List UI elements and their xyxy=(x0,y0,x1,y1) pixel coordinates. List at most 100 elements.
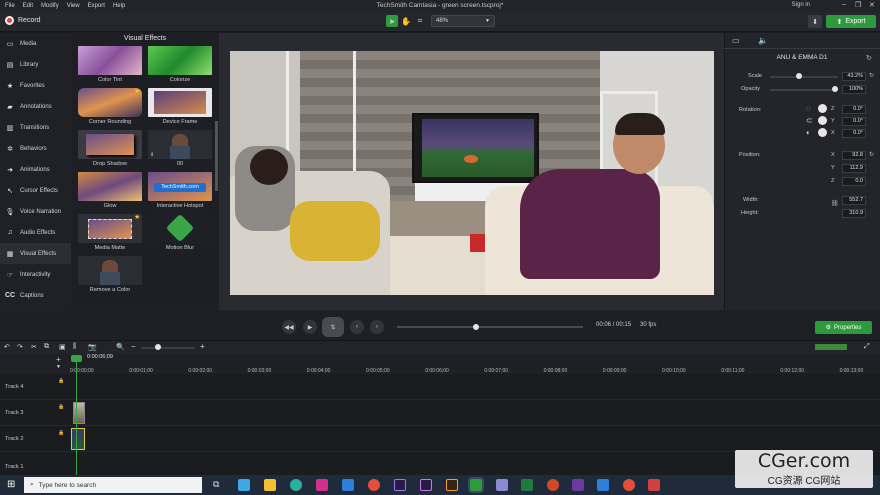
scale-reset-icon[interactable]: ↻ xyxy=(869,72,874,79)
menu-view[interactable]: View xyxy=(67,3,80,9)
maximize-icon[interactable]: ❐ xyxy=(855,1,861,9)
sidebar-item-transitions[interactable]: ▥ Transitions xyxy=(0,117,71,138)
menu-export[interactable]: Export xyxy=(88,3,105,9)
menu-file[interactable]: File xyxy=(5,3,15,9)
effect-drop-shadow[interactable]: Drop Shadow xyxy=(78,130,142,167)
sidebar-item-behaviors[interactable]: ✲ Behaviors xyxy=(0,138,71,159)
minimize-icon[interactable]: – xyxy=(842,1,846,8)
position-x-field[interactable]: 92.8 xyxy=(842,151,866,160)
sidebar-item-annotations[interactable]: ▰ Annotations xyxy=(0,96,71,117)
sidebar-item-animations[interactable]: ➜ Animations xyxy=(0,159,71,180)
sidebar-item-audio-effects[interactable]: ♫ Audio Effects xyxy=(0,222,71,243)
undo-icon[interactable]: ↶ xyxy=(4,343,10,351)
properties-button[interactable]: ⚙ Properties xyxy=(815,321,872,334)
preview-canvas[interactable] xyxy=(230,51,714,295)
track-2-clip[interactable] xyxy=(71,428,85,450)
premiere-icon[interactable] xyxy=(420,479,432,491)
zoom-in-icon[interactable]: + xyxy=(200,342,205,351)
download-button[interactable]: ⬇ xyxy=(808,15,822,28)
rotation-z-dial[interactable] xyxy=(818,104,827,113)
previous-clip-button[interactable]: ‹ xyxy=(350,320,364,334)
favorite-star-icon[interactable]: ★ xyxy=(134,213,140,221)
fps-display[interactable]: 30 fps xyxy=(640,322,656,328)
width-field[interactable]: 552.7 xyxy=(842,196,866,205)
audio-properties-tab[interactable]: 🔈 xyxy=(758,36,768,45)
timeline-zoom-slider[interactable] xyxy=(141,347,195,349)
app-icon[interactable] xyxy=(316,479,328,491)
scrubber-handle[interactable] xyxy=(473,324,479,330)
effect-device-frame[interactable]: Device Frame xyxy=(148,88,212,125)
sign-in-link[interactable]: Sign in xyxy=(792,2,810,8)
effects-scrollbar[interactable] xyxy=(215,121,218,191)
effect-colorize[interactable]: Colorize xyxy=(148,46,212,83)
pan-hand-icon[interactable]: ✋ xyxy=(400,15,412,27)
playhead-handle[interactable] xyxy=(71,355,82,362)
menu-modify[interactable]: Modify xyxy=(41,3,59,9)
split-icon[interactable]: ⫼ xyxy=(73,343,76,351)
scale-slider[interactable] xyxy=(770,76,838,78)
track-row[interactable]: Track 3 🔒 xyxy=(0,400,880,426)
sidebar-item-favorites[interactable]: ★ Favorites xyxy=(0,75,71,96)
excel-icon[interactable] xyxy=(521,479,533,491)
select-tool-icon[interactable]: ➤ xyxy=(386,15,398,27)
next-clip-button[interactable]: › xyxy=(370,320,384,334)
opacity-slider[interactable] xyxy=(770,89,838,91)
illustrator-icon[interactable] xyxy=(446,479,458,491)
position-reset-icon[interactable]: ↻ xyxy=(869,151,874,158)
effect-media-matte[interactable]: Media Matte ★ xyxy=(78,214,142,251)
mail-icon[interactable] xyxy=(342,479,354,491)
menu-edit[interactable]: Edit xyxy=(23,3,33,9)
effect-00[interactable]: 00 ⬇ xyxy=(148,130,212,167)
sidebar-item-captions[interactable]: CC Captions xyxy=(0,285,71,306)
track-lock-icon[interactable]: 🔒 xyxy=(58,430,64,436)
taskbar-search[interactable]: ⌕ Type here to search xyxy=(24,477,202,493)
scale-field[interactable]: 43.2% xyxy=(842,72,866,81)
zoom-select[interactable]: 48% ▼ xyxy=(431,15,495,27)
close-icon[interactable]: ✕ xyxy=(869,1,875,9)
zoom-search-icon[interactable]: 🔍 xyxy=(116,343,125,351)
effect-remove-a-color[interactable]: Remove a Color xyxy=(78,256,142,293)
app-icon[interactable] xyxy=(496,479,508,491)
vscode-icon[interactable] xyxy=(597,479,609,491)
timeline-zoom-handle[interactable] xyxy=(155,344,161,350)
chrome-icon[interactable] xyxy=(368,479,380,491)
track-row[interactable]: Track 2 🔒 xyxy=(0,426,880,452)
rotation-x-dial[interactable] xyxy=(818,128,827,137)
app-icon[interactable] xyxy=(572,479,584,491)
track-lock-icon[interactable]: 🔒 xyxy=(58,378,64,384)
fullscreen-toggle-button[interactable]: ⇅ xyxy=(322,317,344,337)
track-3-clip[interactable] xyxy=(73,402,85,424)
sidebar-item-library[interactable]: ▤ Library xyxy=(0,54,71,75)
effect-interactive-hotspot[interactable]: TechSmith.com Interactive Hotspot xyxy=(148,172,212,209)
rotation-z-field[interactable]: 0.0° xyxy=(842,105,866,114)
after-effects-icon[interactable] xyxy=(394,479,406,491)
effect-corner-rounding[interactable]: Corner Rounding ★ xyxy=(78,88,142,125)
step-back-button[interactable]: ◀◀ xyxy=(282,320,296,334)
redo-icon[interactable]: ↷ xyxy=(17,343,23,351)
sidebar-item-cursor-effects[interactable]: ↖ Cursor Effects xyxy=(0,180,71,201)
sidebar-item-interactivity[interactable]: ☞ Interactivity xyxy=(0,264,71,285)
crop-icon[interactable]: ⌗ xyxy=(414,15,426,27)
lock-aspect-icon[interactable]: ⛓ xyxy=(831,200,839,207)
chrome-icon[interactable] xyxy=(623,479,635,491)
expand-timeline-icon[interactable]: ⤢ xyxy=(864,343,870,351)
edge-browser-icon[interactable] xyxy=(290,479,302,491)
file-explorer-icon[interactable] xyxy=(264,479,276,491)
add-track-icon[interactable]: + xyxy=(56,355,61,364)
calendar-app-icon[interactable] xyxy=(238,479,250,491)
menu-help[interactable]: Help xyxy=(113,3,125,9)
track-lock-icon[interactable]: 🔒 xyxy=(58,404,64,410)
video-properties-tab[interactable]: ▭ xyxy=(732,36,740,45)
app-icon[interactable] xyxy=(648,479,660,491)
paste-icon[interactable]: ▣ xyxy=(59,343,66,351)
rotation-x-field[interactable]: 0.0° xyxy=(842,129,866,138)
copy-icon[interactable]: ⧉ xyxy=(44,343,49,351)
position-y-field[interactable]: 112.9 xyxy=(842,164,866,173)
cut-icon[interactable]: ✂ xyxy=(31,343,37,351)
effect-glow[interactable]: Glow xyxy=(78,172,142,209)
snapshot-icon[interactable]: 📷 xyxy=(88,343,97,351)
task-view-icon[interactable]: ⧉ xyxy=(213,479,219,490)
sidebar-item-media[interactable]: ▭ Media xyxy=(0,33,71,54)
sidebar-item-visual-effects[interactable]: ▦ Visual Effects xyxy=(0,243,71,264)
position-z-field[interactable]: 0.0 xyxy=(842,177,866,186)
